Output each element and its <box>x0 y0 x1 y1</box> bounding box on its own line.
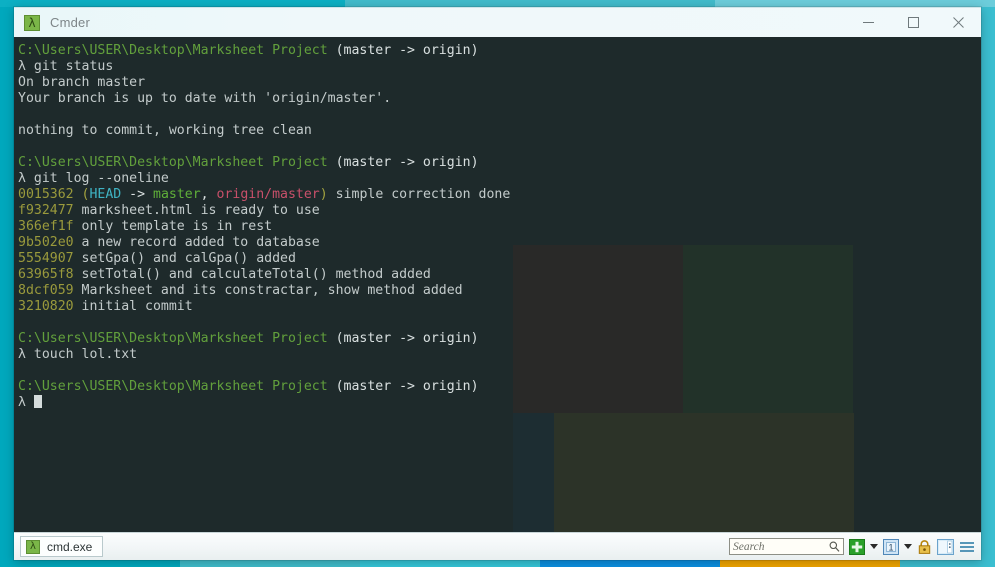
git-log-entry: 5554907 setGpa() and calGpa() added <box>18 251 296 266</box>
title-bar[interactable]: λ Cmder <box>14 7 981 37</box>
search-input[interactable] <box>730 540 828 553</box>
lambda-icon: λ <box>24 14 40 31</box>
terminal-prompt-line: C:\Users\USER\Desktop\Marksheet Project … <box>18 331 479 346</box>
git-log-entry: f932477 marksheet.html is ready to use <box>18 203 320 218</box>
active-console-button[interactable]: 1 <box>883 538 899 555</box>
transparency-bleed-blue <box>513 413 554 532</box>
close-button[interactable] <box>936 8 981 37</box>
menu-button[interactable] <box>959 540 975 554</box>
terminal-command-line: λ git log --oneline <box>18 171 169 186</box>
terminal-output-line: nothing to commit, working tree clean <box>18 123 312 138</box>
terminal-cursor-line: λ <box>18 395 981 411</box>
terminal-cursor <box>33 395 42 408</box>
tab-strip: λ cmd.exe <box>14 536 104 557</box>
git-log-entry: 63965f8 setTotal() and calculateTotal() … <box>18 267 431 282</box>
cmder-window: λ Cmder C:\Users\USER\Desktop\Marksheet … <box>14 7 981 560</box>
terminal-command-line: λ git status <box>18 59 114 74</box>
search-box[interactable] <box>729 538 844 555</box>
console-tab-label: cmd.exe <box>47 539 93 554</box>
terminal-output-line: On branch master <box>18 75 146 90</box>
toggle-panel-button[interactable] <box>937 538 954 555</box>
wallpaper-top-segment <box>0 0 345 7</box>
window-controls <box>846 8 981 37</box>
terminal-prompt-line: C:\Users\USER\Desktop\Marksheet Project … <box>18 43 479 58</box>
chevron-down-icon <box>904 544 912 549</box>
terminal-prompt-line: C:\Users\USER\Desktop\Marksheet Project … <box>18 379 479 394</box>
maximize-button[interactable] <box>891 8 936 37</box>
magnifier-icon[interactable] <box>828 537 843 556</box>
git-log-entry: 8dcf059 Marksheet and its constractar, s… <box>18 283 463 298</box>
wallpaper-top-segment <box>345 0 715 7</box>
toolbar: 1 <box>729 533 975 560</box>
svg-text:1: 1 <box>888 542 893 552</box>
terminal-command-line: λ touch lol.txt <box>18 347 138 362</box>
git-log-entry: 366ef1f only template is in rest <box>18 219 273 234</box>
wallpaper-top-strip <box>0 0 995 7</box>
terminal-output-area[interactable]: C:\Users\USER\Desktop\Marksheet Project … <box>14 37 981 532</box>
git-log-entry: 9b502e0 a new record added to database <box>18 235 320 250</box>
terminal-output-line: Your branch is up to date with 'origin/m… <box>18 91 392 106</box>
status-bar: λ cmd.exe Search 1 <box>14 532 981 560</box>
transparency-bleed-amber <box>554 413 854 532</box>
active-console-dropdown[interactable] <box>904 544 912 549</box>
lock-button[interactable] <box>917 539 932 555</box>
new-console-dropdown[interactable] <box>870 544 878 549</box>
chevron-down-icon <box>870 544 878 549</box>
minimize-button[interactable] <box>846 8 891 37</box>
git-log-entry: 0015362 (HEAD -> master, origin/master) … <box>18 187 511 202</box>
terminal-text: C:\Users\USER\Desktop\Marksheet Project … <box>18 43 981 411</box>
screen: λ Cmder C:\Users\USER\Desktop\Marksheet … <box>0 0 995 567</box>
terminal-prompt-line: C:\Users\USER\Desktop\Marksheet Project … <box>18 155 479 170</box>
wallpaper-top-segment <box>715 0 995 7</box>
git-log-entry: 3210820 initial commit <box>18 299 193 314</box>
lambda-icon: λ <box>26 539 40 554</box>
window-title: Cmder <box>50 15 91 30</box>
console-tab[interactable]: λ cmd.exe <box>20 536 104 557</box>
new-console-button[interactable] <box>849 538 865 555</box>
